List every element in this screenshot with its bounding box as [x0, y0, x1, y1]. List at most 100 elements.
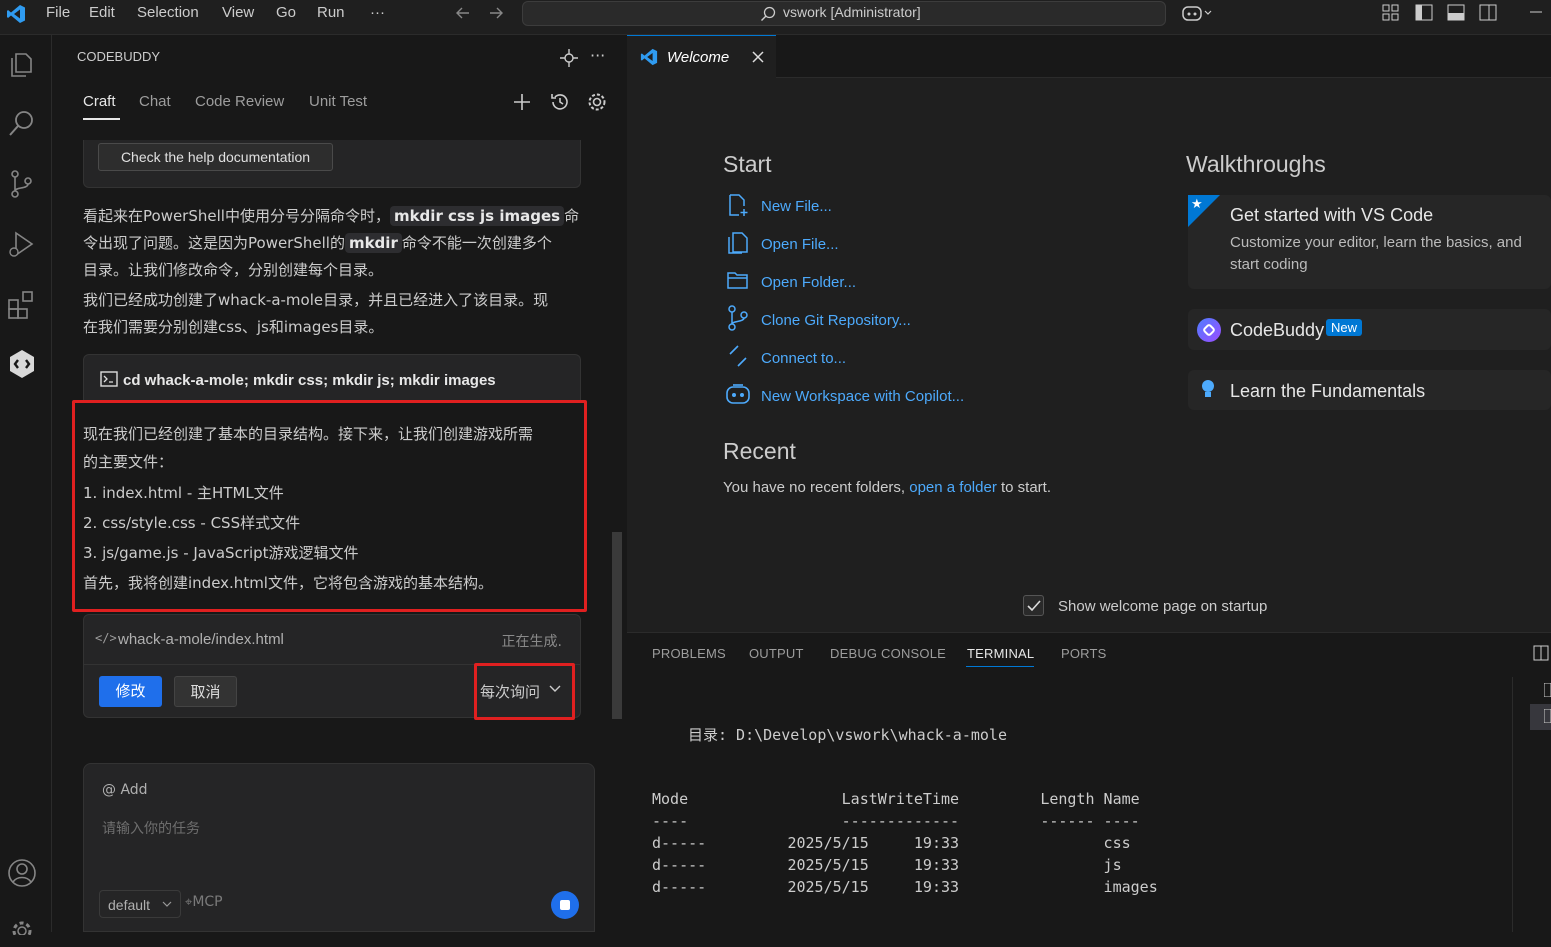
search-icon[interactable] — [6, 108, 38, 140]
recent-heading: Recent — [723, 438, 796, 464]
walkthrough-get-started[interactable]: ★ Get started with VS Code Customize you… — [1188, 195, 1551, 289]
back-arrow-icon[interactable] — [455, 5, 471, 21]
walkthrough-fundamentals[interactable]: Learn the Fundamentals — [1188, 370, 1551, 410]
message-text: 令出现了问题。这是因为PowerShell的 — [83, 234, 345, 252]
terminal-row: d----- 2025/5/15 19:33 images — [652, 878, 1158, 896]
message-text: 现在我们已经创建了基本的目录结构。接下来，让我们创建游戏所需 — [83, 425, 534, 443]
connect-to-link[interactable]: Connect to... — [761, 350, 846, 367]
manage-gear-icon[interactable] — [6, 915, 38, 947]
generation-status: 正在生成. — [501, 634, 562, 650]
tab-debug-console[interactable]: DEBUG CONSOLE — [830, 646, 946, 661]
tab-ports[interactable]: PORTS — [1061, 646, 1107, 661]
tab-active-indicator — [966, 666, 1034, 667]
help-doc-button[interactable]: Check the help documentation — [98, 143, 333, 171]
chevron-down-icon — [549, 684, 561, 694]
run-debug-icon[interactable] — [6, 228, 38, 260]
extensions-icon[interactable] — [6, 288, 38, 320]
open-file-link[interactable]: Open File... — [761, 236, 839, 253]
toggle-primary-sidebar-icon[interactable] — [1415, 4, 1433, 21]
stop-button[interactable] — [551, 891, 579, 919]
tab-unit-test[interactable]: Unit Test — [309, 93, 367, 110]
menu-go[interactable]: Go — [276, 0, 296, 26]
activity-bar — [0, 35, 52, 935]
settings-icon[interactable] — [587, 92, 607, 112]
file-path[interactable]: whack-a-mole/index.html — [118, 631, 284, 648]
open-folder-icon — [726, 268, 750, 292]
terminal-instance-icon[interactable] — [1544, 683, 1551, 697]
recent-empty-text: You have no recent folders, open a folde… — [723, 479, 1051, 496]
editor-tab-bar: Welcome — [627, 35, 1551, 78]
recent-text: to start. — [1001, 479, 1052, 496]
tab-active-indicator — [83, 118, 120, 120]
codebuddy-logo-icon — [1197, 318, 1221, 342]
terminal-icon — [100, 371, 118, 387]
mcp-label: MCP — [192, 894, 223, 910]
terminal-row: d----- 2025/5/15 19:33 css — [652, 834, 1131, 852]
model-select[interactable]: default — [99, 890, 181, 918]
customize-layout-icon[interactable] — [1382, 4, 1400, 21]
tab-output[interactable]: OUTPUT — [749, 646, 804, 661]
copilot-icon[interactable] — [1182, 3, 1212, 23]
tab-terminal[interactable]: TERMINAL — [967, 646, 1034, 661]
lightbulb-icon — [1200, 379, 1216, 401]
add-context-button[interactable]: @ Add — [102, 782, 148, 798]
command-center-search[interactable]: vswork [Administrator] — [522, 1, 1166, 26]
command-center-text: vswork [Administrator] — [783, 4, 921, 20]
tab-code-review[interactable]: Code Review — [195, 93, 284, 110]
walkthroughs-heading: Walkthroughs — [1186, 151, 1326, 177]
new-workspace-copilot-link[interactable]: New Workspace with Copilot... — [761, 388, 964, 405]
clone-git-link[interactable]: Clone Git Repository... — [761, 312, 911, 329]
new-chat-plus-icon[interactable] — [513, 93, 531, 111]
new-file-link[interactable]: New File... — [761, 198, 832, 215]
sidebar-scrollbar-thumb[interactable] — [612, 532, 622, 719]
new-file-icon — [726, 193, 750, 217]
cancel-button[interactable]: 取消 — [174, 676, 237, 707]
modify-button[interactable]: 修改 — [99, 676, 162, 707]
menu-view[interactable]: View — [222, 0, 254, 26]
explorer-icon[interactable] — [6, 48, 38, 80]
tab-welcome[interactable]: Welcome — [627, 35, 776, 78]
source-control-icon[interactable] — [6, 168, 38, 200]
open-folder-link[interactable]: Open Folder... — [761, 274, 856, 291]
mcp-button[interactable]: ⌖MCP — [185, 894, 223, 910]
menu-edit[interactable]: Edit — [89, 0, 115, 26]
message-text: 在我们需要分别创建css、js和images目录。 — [83, 318, 384, 336]
message-text: 我们已经成功创建了whack-a-mole目录，并且已经进入了该目录。现 — [83, 291, 549, 309]
task-input-placeholder[interactable]: 请输入你的任务 — [102, 818, 200, 838]
code-file-icon: </> — [95, 631, 117, 645]
history-icon[interactable] — [550, 92, 570, 112]
approval-mode-dropdown[interactable]: 每次询问 — [480, 681, 540, 702]
menu-file[interactable]: File — [46, 0, 70, 26]
move-panel-icon[interactable] — [559, 48, 579, 68]
star-icon: ★ — [1191, 197, 1203, 212]
approval-mode-label: 每次询问 — [480, 683, 541, 701]
list-item: 2. css/style.css - CSS样式文件 — [83, 514, 301, 532]
vscode-logo-icon — [640, 48, 658, 66]
open-folder-inline-link[interactable]: open a folder — [909, 479, 997, 496]
tab-chat[interactable]: Chat — [139, 93, 171, 110]
codebuddy-icon[interactable] — [6, 348, 38, 380]
more-actions-icon[interactable]: ··· — [590, 46, 605, 65]
tab-problems[interactable]: PROBLEMS — [652, 646, 726, 661]
show-welcome-checkbox[interactable] — [1023, 595, 1044, 616]
list-item: 1. index.html - 主HTML文件 — [83, 484, 284, 502]
account-icon[interactable] — [6, 857, 38, 889]
command-card[interactable]: cd whack-a-mole; mkdir css; mkdir js; mk… — [83, 354, 581, 402]
close-icon[interactable] — [751, 50, 765, 64]
toggle-secondary-sidebar-icon[interactable] — [1479, 4, 1497, 21]
menu-run[interactable]: Run — [317, 0, 345, 26]
menu-selection[interactable]: Selection — [137, 0, 199, 26]
chat-input-box[interactable]: @ Add 请输入你的任务 default ⌖MCP — [83, 763, 595, 932]
title-bar: File Edit Selection View Go Run ··· vswo… — [0, 0, 1551, 35]
toggle-panel-icon[interactable] — [1447, 4, 1465, 21]
tab-craft[interactable]: Craft — [83, 93, 116, 110]
terminal-separator: ---- ------------- ------ ---- — [652, 812, 1140, 830]
terminal-instance-icon[interactable] — [1544, 709, 1551, 723]
walkthrough-codebuddy[interactable]: CodeBuddy New — [1188, 309, 1551, 350]
forward-arrow-icon[interactable] — [488, 5, 504, 21]
minimize-window-icon[interactable] — [1528, 4, 1544, 20]
assistant-message-3: 现在我们已经创建了基本的目录结构。接下来，让我们创建游戏所需 的主要文件： 1.… — [83, 420, 578, 598]
split-panel-icon[interactable] — [1533, 645, 1549, 661]
menu-more[interactable]: ··· — [370, 0, 385, 26]
message-text: 命令不能一次创建多个 — [401, 234, 552, 252]
